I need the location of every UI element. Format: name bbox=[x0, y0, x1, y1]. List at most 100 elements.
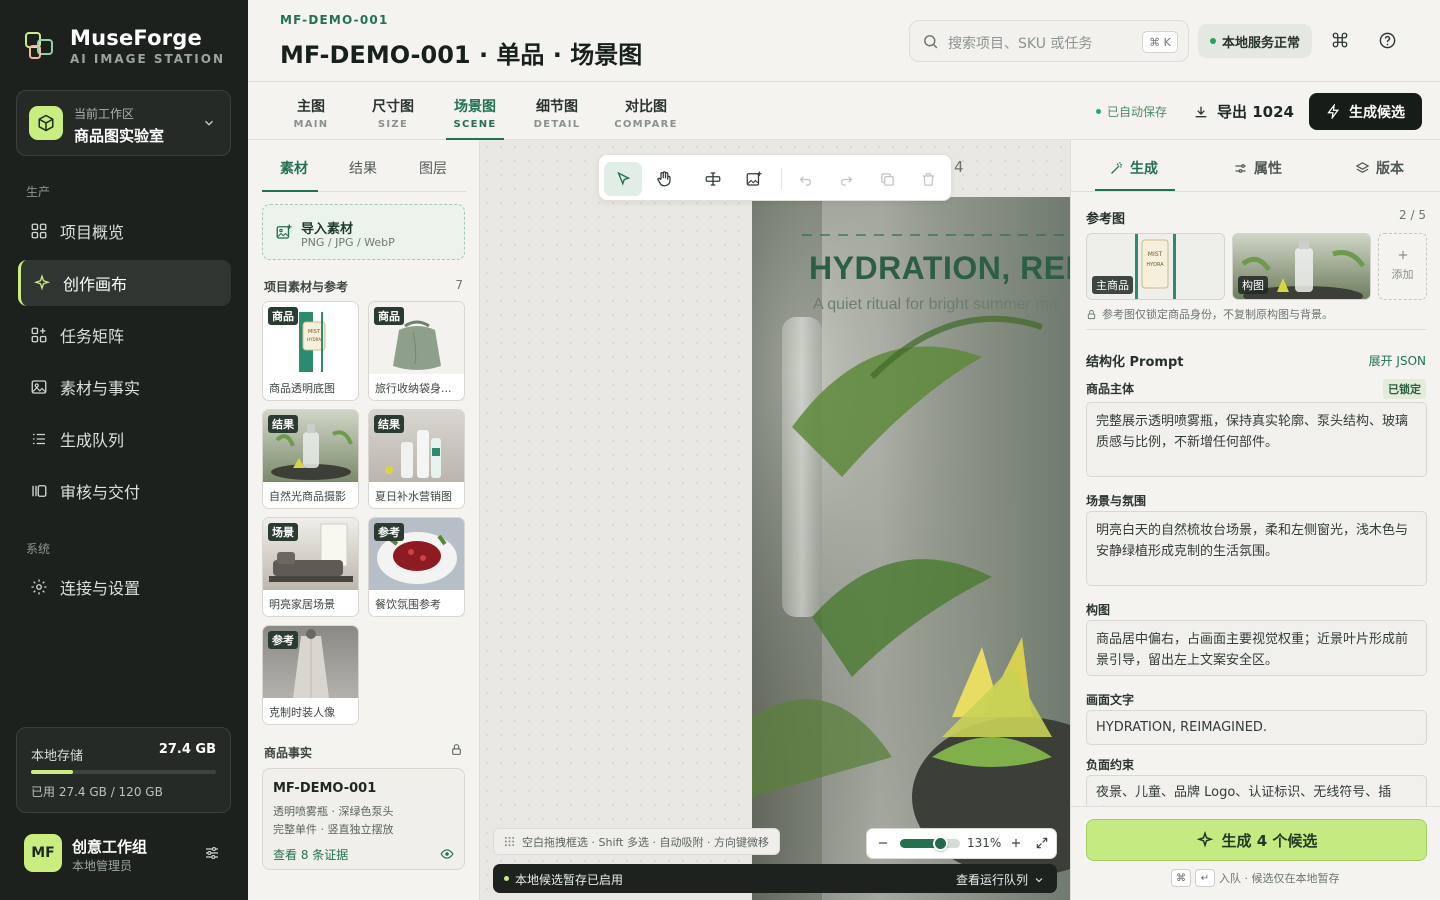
artboard[interactable]: HYDRATION, REI A quiet ritual for bright… bbox=[752, 197, 1070, 900]
tab-results[interactable]: 结果 bbox=[334, 158, 392, 178]
tab-label: 细节图 bbox=[536, 99, 578, 115]
lock-icon bbox=[1087, 309, 1096, 319]
tab-label: 对比图 bbox=[625, 99, 667, 115]
search-shortcut: ⌘ K bbox=[1142, 31, 1178, 53]
zoom-out-button[interactable] bbox=[876, 836, 890, 850]
eye-icon[interactable] bbox=[440, 847, 454, 861]
select-tool[interactable] bbox=[604, 162, 642, 196]
tab-scene[interactable]: 场景图 SCENE bbox=[446, 96, 504, 140]
nav-item-review[interactable]: 审核与交付 bbox=[18, 468, 231, 514]
tab-generate[interactable]: 生成 bbox=[1109, 158, 1158, 178]
lightning-icon bbox=[1327, 104, 1340, 119]
field-label-text: 画面文字 bbox=[1086, 693, 1135, 707]
generation-panel: 生成 属性 版本 参考图 2 / 5 MIST HYDRA 主商品 构图 添加 参… bbox=[1070, 140, 1440, 900]
storage-detail: 已用 27.4 GB / 120 GB bbox=[31, 785, 163, 799]
add-reference-button[interactable]: 添加 bbox=[1378, 233, 1427, 300]
asset-card[interactable]: MIST HYDRA 商品 商品透明底图 bbox=[262, 301, 359, 401]
asset-badge: 商品 bbox=[374, 307, 404, 325]
grid-icon bbox=[31, 223, 47, 239]
avatar[interactable]: MF bbox=[24, 834, 62, 872]
help-icon[interactable] bbox=[1378, 31, 1397, 50]
duplicate-button[interactable] bbox=[868, 162, 906, 196]
composition-textarea[interactable]: 商品居中偏右，占画面主要视觉权重；近景叶片形成前景引导，留出左上文案安全区。 bbox=[1086, 620, 1427, 676]
tab-compare[interactable]: 对比图 COMPARE bbox=[610, 96, 682, 140]
tab-materials[interactable]: 素材 bbox=[265, 158, 323, 178]
tab-properties[interactable]: 属性 bbox=[1233, 158, 1282, 178]
nav-label: 生成队列 bbox=[60, 431, 125, 450]
undo-button[interactable] bbox=[786, 162, 824, 196]
reference-title: 参考图 bbox=[1086, 212, 1126, 227]
tab-detail[interactable]: 细节图 DETAIL bbox=[528, 96, 586, 140]
nav-item-tasks[interactable]: 任务矩阵 bbox=[18, 312, 231, 358]
asset-caption: 旅行收纳袋身... bbox=[375, 382, 452, 395]
delete-button[interactable] bbox=[909, 162, 947, 196]
asset-card[interactable]: 商品 旅行收纳袋身... bbox=[368, 301, 465, 401]
zoom-in-button[interactable] bbox=[1009, 836, 1023, 850]
command-icon[interactable] bbox=[1331, 31, 1349, 49]
import-title: 导入素材 bbox=[301, 222, 354, 237]
add-image-tool[interactable] bbox=[735, 162, 773, 196]
tab-indicator bbox=[1095, 189, 1175, 191]
asset-caption: 餐饮氛围参考 bbox=[375, 598, 441, 611]
tab-layers[interactable]: 图层 bbox=[404, 158, 462, 178]
nav-item-assets[interactable]: 素材与事实 bbox=[18, 364, 231, 410]
import-button[interactable]: 导入素材 PNG / JPG / WebP bbox=[262, 204, 465, 260]
storage-bar-fill bbox=[31, 770, 74, 774]
svg-text:HYDRA: HYDRA bbox=[1146, 262, 1164, 268]
zoom-slider-handle[interactable] bbox=[932, 836, 948, 851]
reference-image-composition[interactable]: 构图 bbox=[1232, 233, 1371, 300]
cmd-key: ⌘ bbox=[1171, 869, 1191, 887]
negative-textarea[interactable]: 夜景、儿童、品牌 Logo、认证标识、无线符号、插头、 bbox=[1086, 775, 1427, 807]
scene-textarea[interactable]: 明亮白天的自然梳妆台场景，柔和左侧窗光，浅木色与安静绿植形成克制的生活氛围。 bbox=[1086, 511, 1427, 586]
generate-four-button[interactable]: 生成 4 个候选 bbox=[1086, 819, 1427, 861]
asset-card[interactable]: 参考 克制时装人像 bbox=[262, 625, 359, 725]
reference-count: 2 / 5 bbox=[1399, 208, 1426, 222]
enter-key: ↵ bbox=[1195, 869, 1215, 887]
pan-tool[interactable] bbox=[645, 162, 683, 196]
subject-textarea[interactable]: 完整展示透明喷雾瓶，保持真实轮廓、泵头结构、玻璃质感与比例，不新增任何部件。 bbox=[1086, 402, 1427, 477]
sparkle-icon bbox=[1196, 831, 1213, 848]
page-title: MF-DEMO-001 · 单品 · 场景图 bbox=[280, 41, 643, 69]
zoom-slider[interactable] bbox=[900, 836, 960, 851]
facts-line: 透明喷雾瓶 · 深绿色泵头 bbox=[273, 805, 394, 818]
tab-main[interactable]: 主图 MAIN bbox=[282, 96, 340, 140]
view-evidence-link[interactable]: 查看 8 条证据 bbox=[273, 846, 348, 863]
artboard-subline[interactable]: A quiet ritual for bright summer mo bbox=[813, 296, 1058, 314]
generate-four-label: 生成 4 个候选 bbox=[1221, 831, 1318, 850]
redo-button[interactable] bbox=[827, 162, 865, 196]
nav-item-settings[interactable]: 连接与设置 bbox=[18, 564, 231, 610]
field-label-subject: 商品主体 bbox=[1086, 382, 1135, 396]
sliders-icon[interactable] bbox=[204, 845, 220, 861]
tab-versions[interactable]: 版本 bbox=[1355, 158, 1404, 178]
asset-caption: 商品透明底图 bbox=[269, 382, 335, 395]
expand-json-link[interactable]: 展开 JSON bbox=[1369, 352, 1426, 369]
view-queue-link[interactable]: 查看运行队列 bbox=[956, 871, 1045, 888]
brand-subtitle: AI IMAGE STATION bbox=[70, 52, 225, 66]
field-label-negative: 负面约束 bbox=[1086, 758, 1135, 772]
asset-card[interactable]: 结果 自然光商品摄影 bbox=[262, 409, 359, 509]
nav-item-overview[interactable]: 项目概览 bbox=[18, 208, 231, 254]
artboard-headline[interactable]: HYDRATION, REI bbox=[809, 250, 1070, 287]
workspace-switcher[interactable]: 当前工作区 商品图实验室 bbox=[16, 90, 231, 156]
search-input[interactable]: 搜索项目、SKU 或任务 ⌘ K bbox=[909, 20, 1189, 62]
frames-icon bbox=[32, 485, 47, 497]
nav-item-queue[interactable]: 生成队列 bbox=[18, 416, 231, 462]
asset-card[interactable]: 结果 夏日补水营销图 bbox=[368, 409, 465, 509]
text-tool[interactable] bbox=[694, 162, 732, 196]
section-divider bbox=[1086, 329, 1427, 330]
product-facts-card: MF-DEMO-001 透明喷雾瓶 · 深绿色泵头 完整单件 · 竖直独立摆放 … bbox=[262, 768, 465, 870]
storage-card: 本地存储 27.4 GB 已用 27.4 GB / 120 GB bbox=[16, 727, 231, 813]
asset-card[interactable]: 场景 明亮家居场景 bbox=[262, 517, 359, 617]
status-text: 本地服务正常 bbox=[1221, 35, 1300, 51]
footer-text: 入队 · 候选仅在本地暂存 bbox=[1219, 872, 1340, 885]
tab-size[interactable]: 尺寸图 SIZE bbox=[364, 96, 422, 140]
onscreen-text-input[interactable]: HYDRATION, REIMAGINED. bbox=[1086, 710, 1427, 745]
generate-candidates-button[interactable]: 生成候选 bbox=[1309, 93, 1422, 130]
fit-screen-button[interactable] bbox=[1035, 836, 1049, 850]
canvas-area[interactable]: HYDRATION, REI A quiet ritual for bright… bbox=[480, 140, 1070, 900]
export-button[interactable]: 导出 1024 bbox=[1193, 101, 1294, 122]
asset-card[interactable]: 参考 餐饮氛围参考 bbox=[368, 517, 465, 617]
nav-item-canvas[interactable]: 创作画布 bbox=[18, 260, 231, 306]
reference-image-product[interactable]: MIST HYDRA 主商品 bbox=[1086, 233, 1225, 300]
tab-label: 版本 bbox=[1376, 161, 1404, 177]
